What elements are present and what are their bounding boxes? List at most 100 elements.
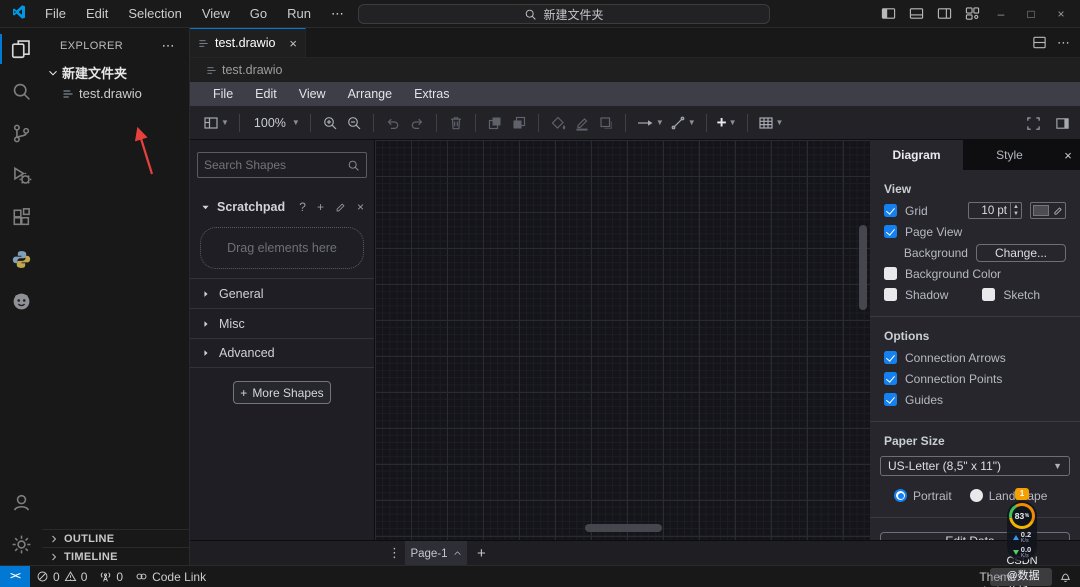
- format-panel-close-icon[interactable]: ×: [1056, 140, 1080, 170]
- toggle-secondary-sidebar-icon[interactable]: [932, 3, 956, 25]
- system-monitor-widget[interactable]: 1 83% 0.2 K/s 0.0 K/s: [1006, 488, 1038, 561]
- drawio-menu-edit[interactable]: Edit: [244, 85, 288, 103]
- ports-indicator[interactable]: 0: [93, 570, 129, 584]
- line-color-icon[interactable]: [570, 111, 594, 135]
- grid-color-picker[interactable]: [1030, 202, 1066, 219]
- add-page-button[interactable]: +: [477, 545, 486, 562]
- waypoint-style-button[interactable]: ▼: [667, 111, 699, 135]
- canvas-horizontal-scrollbar[interactable]: [585, 524, 662, 532]
- pages-menu-icon[interactable]: ⋮: [388, 545, 401, 561]
- tab-close-icon[interactable]: ×: [289, 36, 297, 51]
- delete-icon[interactable]: [444, 111, 468, 135]
- settings-gear-icon[interactable]: [0, 523, 42, 565]
- paper-size-section-title: Paper Size: [884, 434, 945, 448]
- drawio-menu-file[interactable]: File: [202, 85, 244, 103]
- outline-section[interactable]: OUTLINE: [42, 529, 189, 547]
- fullscreen-icon[interactable]: [1026, 116, 1041, 131]
- account-icon[interactable]: [0, 481, 42, 523]
- shadow-checkbox[interactable]: [884, 288, 897, 301]
- window-close-button[interactable]: ×: [1048, 7, 1074, 21]
- extensions-icon[interactable]: [0, 196, 42, 238]
- editor-more-actions[interactable]: ⋯: [1057, 35, 1070, 51]
- search-shapes-box[interactable]: [197, 152, 367, 178]
- menu-selection[interactable]: Selection: [120, 4, 189, 24]
- more-shapes-button[interactable]: + More Shapes: [233, 381, 331, 404]
- section-general[interactable]: General: [190, 278, 374, 308]
- toggle-panel-icon[interactable]: [904, 3, 928, 25]
- canvas-vertical-scrollbar[interactable]: [859, 225, 867, 310]
- grid-size-stepper[interactable]: 10 pt ▲ ▼: [968, 202, 1022, 219]
- run-debug-icon[interactable]: [0, 154, 42, 196]
- portrait-radio[interactable]: [894, 489, 907, 502]
- tab-diagram[interactable]: Diagram: [870, 140, 963, 170]
- grid-checkbox[interactable]: [884, 204, 897, 217]
- page-tab[interactable]: Page-1: [405, 541, 467, 566]
- menu-view[interactable]: View: [194, 4, 238, 24]
- scratchpad-edit-icon[interactable]: [335, 202, 346, 213]
- paper-size-select[interactable]: US-Letter (8,5" x 11") ▼: [880, 456, 1070, 476]
- notifications-bell-icon[interactable]: [1059, 570, 1072, 583]
- tree-folder-row[interactable]: 新建文件夹: [42, 62, 189, 83]
- tree-file-row[interactable]: test.drawio: [42, 83, 189, 104]
- split-editor-icon[interactable]: [1032, 35, 1047, 50]
- landscape-radio[interactable]: [969, 489, 983, 502]
- zoom-out-icon[interactable]: [342, 111, 366, 135]
- code-link-item[interactable]: Code Link: [129, 570, 212, 584]
- dropzone-label: Drag elements here: [227, 241, 337, 255]
- drawio-menu-view[interactable]: View: [288, 85, 337, 103]
- zoom-level-dropdown[interactable]: 100% ▼: [247, 111, 303, 135]
- connection-points-checkbox[interactable]: [884, 372, 897, 385]
- window-minimize-button[interactable]: –: [988, 7, 1014, 21]
- to-front-icon[interactable]: [483, 111, 507, 135]
- source-control-icon[interactable]: [0, 112, 42, 154]
- section-misc[interactable]: Misc: [190, 308, 374, 338]
- menu-run[interactable]: Run: [279, 4, 319, 24]
- connection-arrows-checkbox[interactable]: [884, 351, 897, 364]
- section-advanced[interactable]: Advanced: [190, 338, 374, 368]
- tab-test-drawio[interactable]: test.drawio ×: [190, 28, 306, 57]
- drawio-menu-arrange[interactable]: Arrange: [337, 85, 403, 103]
- explorer-more-actions[interactable]: ⋯: [162, 38, 175, 54]
- scratchpad-add-icon[interactable]: +: [317, 200, 324, 214]
- format-panel-toggle-icon[interactable]: [1055, 116, 1070, 131]
- sketch-checkbox[interactable]: [982, 288, 996, 301]
- connection-style-button[interactable]: ▼: [633, 111, 667, 135]
- drawio-canvas[interactable]: [375, 140, 870, 540]
- explorer-icon[interactable]: [0, 28, 42, 70]
- view-panels-button[interactable]: ▼: [200, 111, 232, 135]
- timeline-section[interactable]: TIMELINE: [42, 547, 189, 565]
- menu-more[interactable]: ⋯: [323, 4, 352, 24]
- shadow-icon[interactable]: [594, 111, 618, 135]
- scratchpad-close-icon[interactable]: ×: [357, 200, 364, 214]
- page-view-checkbox[interactable]: [884, 225, 897, 238]
- remote-indicator[interactable]: ><: [0, 565, 30, 587]
- command-center-search[interactable]: 新建文件夹: [358, 4, 770, 24]
- drawio-menu-extras[interactable]: Extras: [403, 85, 460, 103]
- menu-edit[interactable]: Edit: [78, 4, 116, 24]
- search-shapes-input[interactable]: [204, 158, 347, 172]
- window-restore-button[interactable]: □: [1018, 7, 1044, 21]
- to-back-icon[interactable]: [507, 111, 531, 135]
- menu-file[interactable]: File: [37, 4, 74, 24]
- scratchpad-help-icon[interactable]: ?: [299, 200, 306, 214]
- guides-checkbox[interactable]: [884, 393, 897, 406]
- zoom-in-icon[interactable]: [318, 111, 342, 135]
- scratchpad-header[interactable]: Scratchpad ? + ×: [190, 200, 374, 214]
- breadcrumb[interactable]: test.drawio: [190, 58, 1080, 82]
- menu-go[interactable]: Go: [242, 4, 275, 24]
- fill-color-icon[interactable]: [546, 111, 570, 135]
- customize-layout-icon[interactable]: [960, 3, 984, 25]
- undo-icon[interactable]: [381, 111, 405, 135]
- background-color-checkbox[interactable]: [884, 267, 897, 280]
- problems-indicator[interactable]: 0 0: [30, 570, 93, 584]
- redo-icon[interactable]: [405, 111, 429, 135]
- conda-extension-icon[interactable]: [0, 280, 42, 322]
- table-button[interactable]: ▼: [755, 111, 787, 135]
- change-background-button[interactable]: Change...: [975, 243, 1066, 262]
- tab-style[interactable]: Style: [963, 140, 1056, 170]
- insert-button[interactable]: + ▼: [714, 111, 740, 135]
- toggle-primary-sidebar-icon[interactable]: [876, 3, 900, 25]
- scratchpad-dropzone[interactable]: Drag elements here: [200, 227, 364, 269]
- search-sidebar-icon[interactable]: [0, 70, 42, 112]
- python-extension-icon[interactable]: [0, 238, 42, 280]
